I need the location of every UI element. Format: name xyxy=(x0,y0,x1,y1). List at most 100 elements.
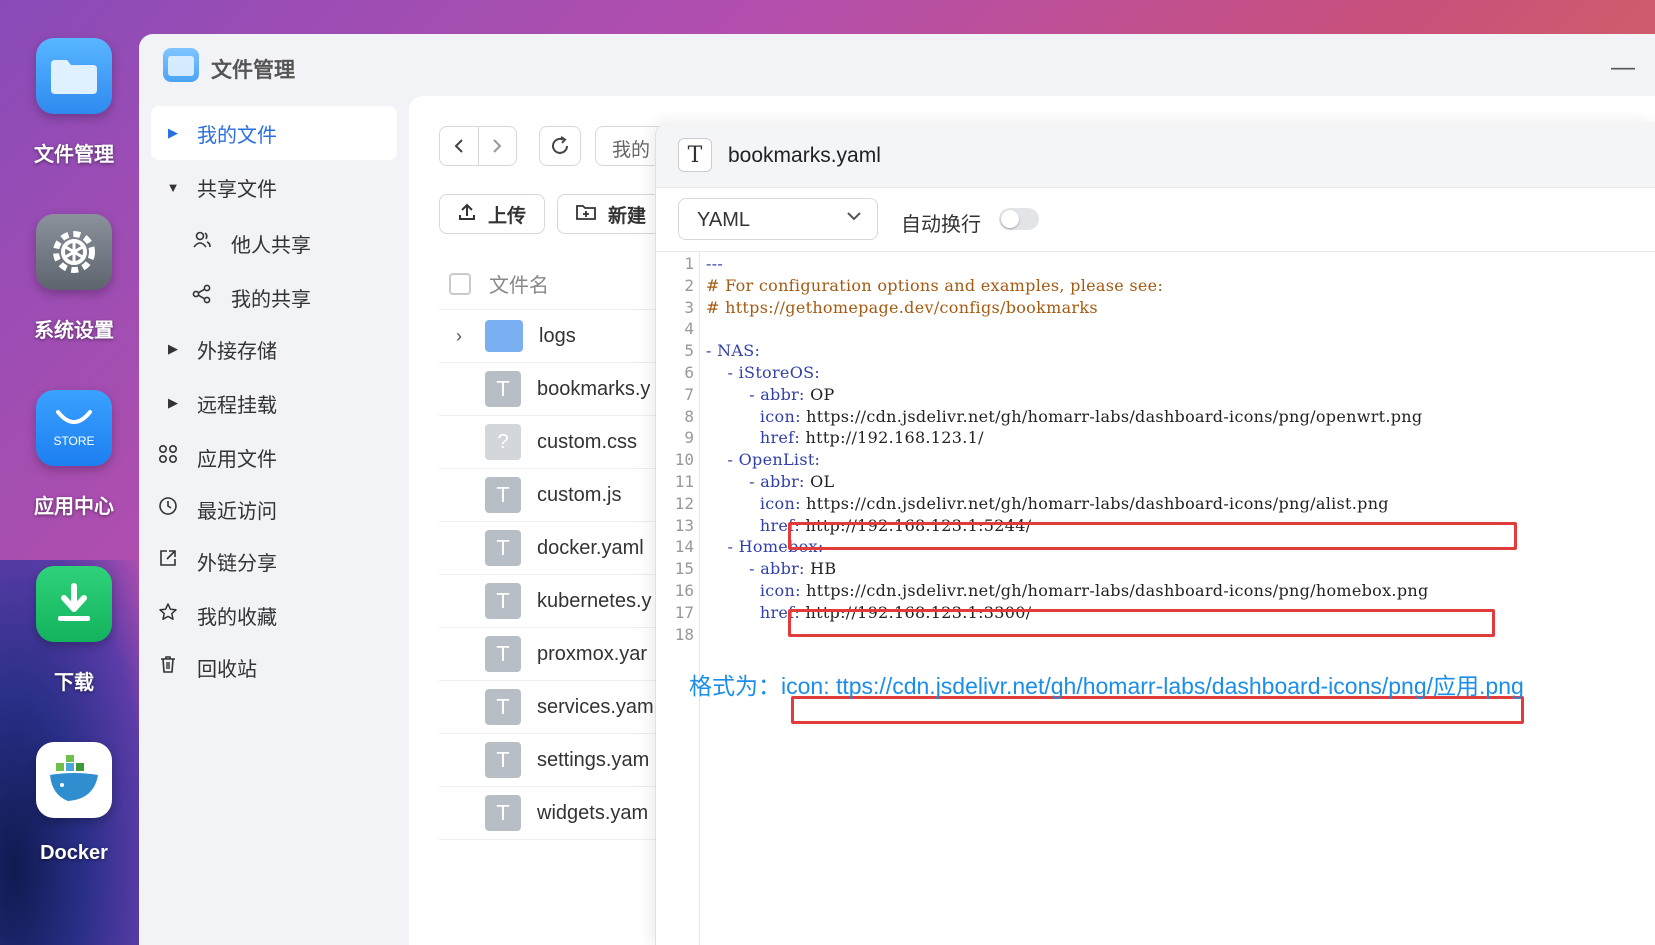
new-label: 新建 xyxy=(608,205,647,227)
back-button[interactable] xyxy=(440,127,478,165)
file-row[interactable]: Tbookmarks.y xyxy=(439,363,659,416)
window-title: 文件管理 xyxy=(211,59,295,82)
file-name: custom.js xyxy=(537,483,622,506)
forward-button[interactable] xyxy=(477,127,517,165)
folder-icon xyxy=(485,320,523,352)
dock-item-app-center[interactable]: STORE 应用中心 xyxy=(0,390,148,519)
line-number: 10 xyxy=(674,450,694,470)
line-number-gutter: 1 2 3 4 5 6 7 8 9 10 11 12 13 14 15 16 17 18 xyxy=(656,252,700,945)
line-number: 12 xyxy=(674,493,694,513)
sidebar: ▶ 我的文件 ▼ 共享文件 他人共享 我的共享 ▶ 外接存储 ▶ 远程挂载 应用… xyxy=(139,100,409,945)
external-link-icon xyxy=(151,548,185,574)
share-icon xyxy=(185,284,219,310)
line-number: 18 xyxy=(674,624,694,644)
apps-icon xyxy=(151,444,185,470)
sidebar-item-label: 我的收藏 xyxy=(197,606,277,629)
sidebar-item-my-files[interactable]: ▶ 我的文件 xyxy=(151,106,397,160)
line-number: 15 xyxy=(674,559,694,579)
editor-titlebar: T bookmarks.yaml xyxy=(656,122,1655,188)
column-header-name[interactable]: 文件名 xyxy=(489,269,549,298)
folder-icon xyxy=(36,38,112,114)
sidebar-item-my-shares[interactable]: 我的共享 xyxy=(151,270,397,324)
dock-label: Docker xyxy=(40,842,108,864)
file-row[interactable]: Tkubernetes.y xyxy=(439,575,659,628)
text-file-icon: T xyxy=(678,138,712,172)
line-number: 13 xyxy=(674,515,694,535)
dock-item-docker[interactable]: Docker xyxy=(0,742,148,865)
dock-item-file-manager[interactable]: 文件管理 xyxy=(0,38,148,167)
sidebar-item-label: 最近访问 xyxy=(197,500,277,523)
sidebar-item-favorites[interactable]: 我的收藏 xyxy=(151,588,397,642)
line-number: 4 xyxy=(684,319,694,339)
code-line: --- xyxy=(706,254,724,273)
sidebar-item-recent[interactable]: 最近访问 xyxy=(151,482,397,536)
upload-button[interactable]: 上传 xyxy=(439,194,545,234)
sidebar-item-trash[interactable]: 回收站 xyxy=(151,640,397,694)
sidebar-item-shared-with-me[interactable]: 他人共享 xyxy=(151,216,397,270)
refresh-button[interactable] xyxy=(539,126,581,166)
trash-icon xyxy=(151,654,185,680)
file-row[interactable]: Tdocker.yaml xyxy=(439,522,659,575)
file-row[interactable]: ? custom.css xyxy=(439,416,659,469)
file-row[interactable]: Tproxmox.yar xyxy=(439,628,659,681)
new-button[interactable]: 新建 xyxy=(557,194,667,234)
file-row[interactable]: Tcustom.js xyxy=(439,469,659,522)
caret-right-icon: ▶ xyxy=(168,395,178,410)
text-file-icon: T xyxy=(485,689,521,725)
sidebar-item-app-files[interactable]: 应用文件 xyxy=(151,430,397,484)
sidebar-item-label: 远程挂载 xyxy=(197,394,277,417)
window-titlebar[interactable]: 文件管理 — xyxy=(139,34,1655,100)
language-select[interactable]: YAML xyxy=(678,198,878,240)
sidebar-item-label: 回收站 xyxy=(197,658,257,681)
line-number: 9 xyxy=(684,428,694,448)
caret-right-icon: ▶ xyxy=(168,125,178,140)
language-value: YAML xyxy=(697,209,750,231)
chevron-left-icon xyxy=(454,139,463,153)
desktop-dock: 文件管理 系统设置 STORE 应用中心 下载 Docker xyxy=(0,0,140,945)
chevron-down-icon xyxy=(845,207,863,230)
sidebar-item-label: 共享文件 xyxy=(197,178,277,201)
file-row[interactable]: › logs xyxy=(439,310,659,363)
line-number: 11 xyxy=(674,472,694,491)
toggle-knob xyxy=(1001,210,1019,228)
text-editor-panel: T bookmarks.yaml YAML 自动换行 1 2 3 4 5 6 7 8 9 10 11… xyxy=(655,122,1655,945)
text-file-icon: T xyxy=(485,742,521,778)
sidebar-item-label: 应用文件 xyxy=(197,448,277,471)
code-line: # https://gethomepage.dev/configs/bookma… xyxy=(706,297,1098,317)
text-file-icon: T xyxy=(485,371,521,407)
line-number: 8 xyxy=(684,406,694,426)
file-name: widgets.yam xyxy=(537,801,649,824)
code-line: # For configuration options and examples… xyxy=(706,275,1164,295)
code-line: - NAS: xyxy=(706,341,761,361)
line-number: 17 xyxy=(674,602,694,622)
file-name: logs xyxy=(539,324,576,347)
sidebar-item-shared-files[interactable]: ▼ 共享文件 xyxy=(151,160,397,214)
users-icon xyxy=(185,230,219,256)
chevron-right-icon xyxy=(493,139,502,153)
docker-icon xyxy=(36,742,112,818)
dock-label: 文件管理 xyxy=(34,144,114,166)
dock-item-download[interactable]: 下载 xyxy=(0,566,148,695)
file-row[interactable]: Tsettings.yam xyxy=(439,734,659,787)
dock-label: 下载 xyxy=(54,672,94,694)
highlight-box-openwrt xyxy=(788,522,1517,550)
minimize-button[interactable]: — xyxy=(1611,54,1635,82)
dock-item-settings[interactable]: 系统设置 xyxy=(0,214,148,343)
line-number: 16 xyxy=(674,581,694,600)
chevron-right-icon[interactable]: › xyxy=(439,326,479,347)
word-wrap-toggle[interactable] xyxy=(999,208,1039,230)
star-icon xyxy=(151,602,185,628)
sidebar-item-external-storage[interactable]: ▶ 外接存储 xyxy=(151,322,397,376)
sidebar-item-remote-mount[interactable]: ▶ 远程挂载 xyxy=(151,376,397,430)
text-file-icon: T xyxy=(485,583,521,619)
gear-icon xyxy=(36,214,112,290)
store-icon: STORE xyxy=(36,390,112,466)
code-line: icon: https://cdn.jsdelivr.net/gh/homarr… xyxy=(759,581,1429,600)
format-note: 格式为：icon: ttps://cdn.jsdelivr.net/gh/hom… xyxy=(689,673,1524,699)
sidebar-item-link-shares[interactable]: 外链分享 xyxy=(151,534,397,588)
select-all-checkbox[interactable] xyxy=(449,272,471,295)
file-row[interactable]: Twidgets.yam xyxy=(439,787,659,840)
code-line: icon: https://cdn.jsdelivr.net/gh/homarr… xyxy=(759,406,1423,426)
file-row[interactable]: Tservices.yam xyxy=(439,681,659,734)
editor-toolbar: YAML 自动换行 xyxy=(656,188,1655,252)
